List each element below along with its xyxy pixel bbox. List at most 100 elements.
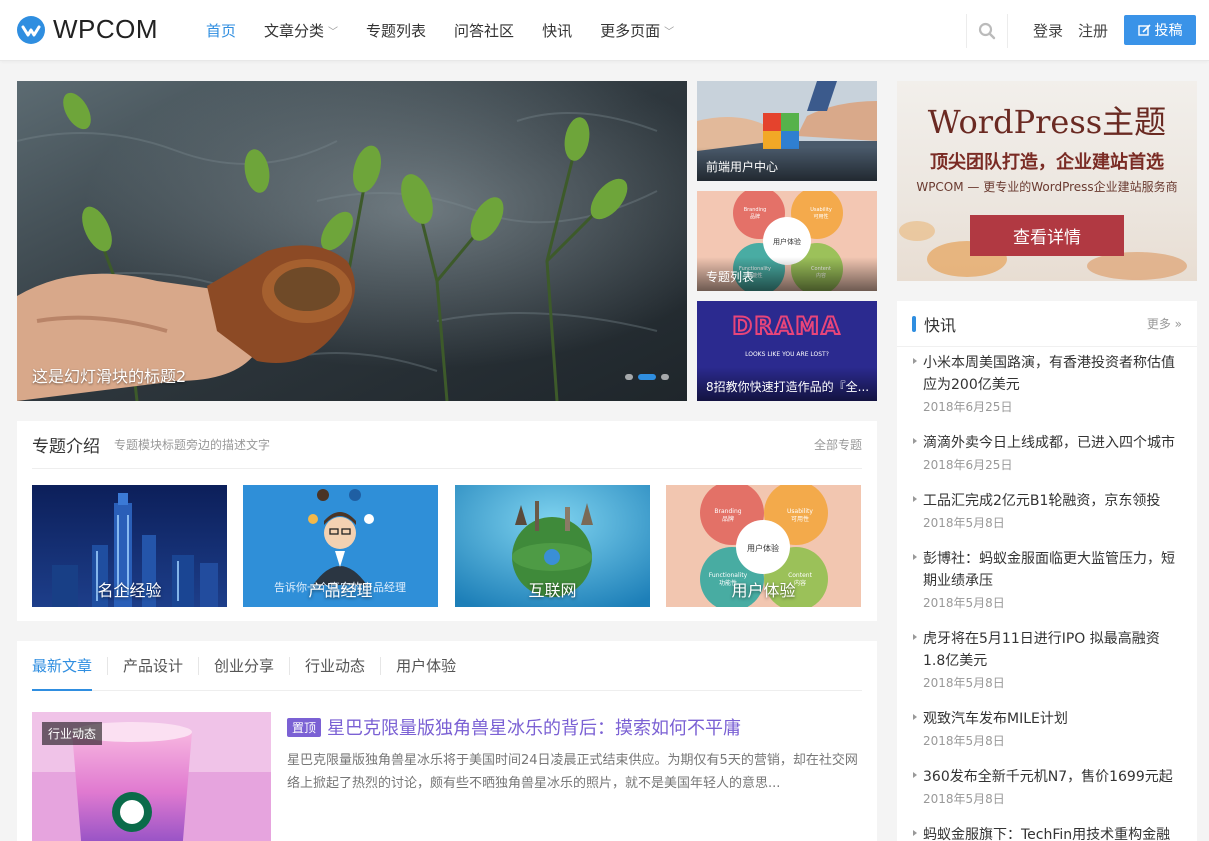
news-headline[interactable]: 观致汽车发布MILE计划 xyxy=(923,708,1182,730)
news-date: 2018年5月8日 xyxy=(923,734,1005,748)
ux-usability-label: Usability xyxy=(787,508,813,515)
ad-description: WPCOM — 更专业的WordPress企业建站服务商 xyxy=(916,180,1178,194)
news-item[interactable]: 彭博社：蚂蚁金服面临更大监管压力，短期业绩承压 2018年5月8日 xyxy=(912,546,1182,613)
nav-label: 文章分类 xyxy=(264,22,325,40)
ux-branding-cn-label: 品牌 xyxy=(750,213,760,220)
topics-section: 专题介绍 专题模块标题旁边的描述文字 全部专题 名企经验 告诉你一个真实的产品经… xyxy=(17,421,877,621)
ux-branding-cn-label: 品牌 xyxy=(722,515,734,523)
post-button-label: 投稿 xyxy=(1154,23,1183,39)
articles-section: 最新文章 产品设计 创业分享 行业动态 用户体验 行业动态 置顶 星巴克限量版独… xyxy=(17,641,877,841)
news-headline[interactable]: 彭博社：蚂蚁金服面临更大监管压力，短期业绩承压 xyxy=(923,548,1182,592)
topics-description: 专题模块标题旁边的描述文字 xyxy=(114,438,271,452)
news-headline[interactable]: 滴滴外卖今日上线成都，已进入四个城市 xyxy=(923,432,1182,454)
topic-label: 用户体验 xyxy=(731,581,796,600)
news-more-link[interactable]: 更多 » xyxy=(1147,315,1182,332)
chevron-down-icon: ﹀ xyxy=(328,27,339,38)
news-date: 2018年5月8日 xyxy=(923,676,1005,690)
nav-label: 问答社区 xyxy=(454,22,515,40)
flash-news-widget: 快讯 更多 » 小米本周美国路演，有香港投资者称估值应为200亿美元 2018年6… xyxy=(897,301,1197,841)
article-category-badge[interactable]: 行业动态 xyxy=(42,722,103,745)
tab-ux[interactable]: 用户体验 xyxy=(380,656,471,675)
topic-label: 产品经理 xyxy=(308,581,373,600)
tab-industry[interactable]: 行业动态 xyxy=(289,656,380,675)
nav-item-flash[interactable]: 快讯 xyxy=(528,0,586,61)
nav-item-home[interactable]: 首页 xyxy=(192,0,250,61)
article-title[interactable]: 星巴克限量版独角兽星冰乐的背后：摸索如何不平庸 xyxy=(327,714,741,740)
news-item[interactable]: 虎牙将在5月11日进行IPO 拟最高融资1.8亿美元 2018年5月8日 xyxy=(912,626,1182,693)
ux-branding-label: Branding xyxy=(744,207,767,213)
search-button[interactable] xyxy=(966,14,1008,48)
news-headline[interactable]: 小米本周美国路演，有香港投资者称估值应为200亿美元 xyxy=(923,352,1182,396)
news-headline[interactable]: 虎牙将在5月11日进行IPO 拟最高融资1.8亿美元 xyxy=(923,628,1182,672)
topic-card-ux[interactable]: 用户体验 Branding 品牌 Usability 可用性 Functiona… xyxy=(666,485,861,607)
chevron-down-icon: ﹀ xyxy=(664,27,675,38)
ux-branding-label: Branding xyxy=(714,508,741,515)
slider-dot[interactable] xyxy=(625,374,633,380)
nav-item-categories[interactable]: 文章分类 ﹀ xyxy=(250,0,352,61)
topic-label: 名企经验 xyxy=(97,581,162,600)
thumb-caption: 前端用户中心 xyxy=(697,147,877,181)
news-item[interactable]: 工品汇完成2亿元B1轮融资，京东领投 2018年5月8日 xyxy=(912,488,1182,533)
side-thumb-article[interactable]: DRAMA LOOKS LIKE YOU ARE LOST? 8招教你快速打造作… xyxy=(697,301,877,401)
nav-label: 专题列表 xyxy=(366,22,427,40)
news-headline[interactable]: 蚂蚁金服旗下：TechFin用技术重构金融服务 xyxy=(923,824,1182,841)
nav-item-topics[interactable]: 专题列表 xyxy=(352,0,440,61)
ux-center-label: 用户体验 xyxy=(747,543,779,553)
topic-label: 互联网 xyxy=(528,581,577,600)
news-item[interactable]: 小米本周美国路演，有香港投资者称估值应为200亿美元 2018年6月25日 xyxy=(912,350,1182,417)
hero-slider[interactable]: 这是幻灯滑块的标题2 xyxy=(17,81,687,401)
login-link[interactable]: 登录 xyxy=(1033,20,1063,41)
news-date: 2018年5月8日 xyxy=(923,596,1005,610)
article-thumbnail[interactable]: 行业动态 xyxy=(32,712,271,841)
thumb-caption: 专题列表 xyxy=(697,257,877,291)
topic-card-pm[interactable]: 告诉你一个真实的产品经理 产品经理 xyxy=(243,485,438,607)
news-date: 2018年6月25日 xyxy=(923,458,1013,472)
news-headline[interactable]: 360发布全新千元机N7，售价1699元起 xyxy=(923,766,1182,788)
nav-label: 更多页面 xyxy=(600,22,661,40)
news-header: 快讯 更多 » xyxy=(897,301,1197,347)
slide-title[interactable]: 这是幻灯滑块的标题2 xyxy=(32,363,186,387)
slider-dot[interactable] xyxy=(661,374,669,380)
nav-item-more[interactable]: 更多页面 ﹀ xyxy=(586,0,688,61)
news-item[interactable]: 观致汽车发布MILE计划 2018年5月8日 xyxy=(912,706,1182,751)
topic-card-enterprise[interactable]: 名企经验 xyxy=(32,485,227,607)
logo-text: WPCOM xyxy=(53,14,159,44)
ad-title: WordPress主题 xyxy=(927,103,1167,141)
slider-pagination xyxy=(625,374,669,380)
tab-product-design[interactable]: 产品设计 xyxy=(107,656,198,675)
news-date: 2018年5月8日 xyxy=(923,516,1005,530)
post-button[interactable]: 投稿 xyxy=(1124,15,1196,45)
site-header: WPCOM 首页 文章分类 ﹀ 专题列表 问答社区 快讯 更多页面 ﹀ 登录 注册 … xyxy=(0,0,1209,61)
wordpress-ad-banner[interactable]: WordPress主题 顶尖团队打造，企业建站首选 WPCOM — 更专业的Wo… xyxy=(897,81,1197,281)
topic-card-internet[interactable]: 互联网 xyxy=(455,485,650,607)
news-item[interactable]: 蚂蚁金服旗下：TechFin用技术重构金融服务 xyxy=(912,822,1182,841)
logo-icon xyxy=(17,15,45,44)
topics-title: 专题介绍 xyxy=(32,437,100,457)
thumb-caption: 8招教你快速打造作品的『全... xyxy=(697,367,877,401)
register-link[interactable]: 注册 xyxy=(1078,20,1108,41)
search-icon xyxy=(978,22,996,40)
drama-title: DRAMA xyxy=(732,312,841,340)
news-item[interactable]: 360发布全新千元机N7，售价1699元起 2018年5月8日 xyxy=(912,764,1182,809)
article-tabs: 最新文章 产品设计 创业分享 行业动态 用户体验 xyxy=(32,641,862,691)
news-title: 快讯 xyxy=(924,315,957,335)
site-logo[interactable]: WPCOM xyxy=(17,14,158,45)
tab-latest[interactable]: 最新文章 xyxy=(32,657,107,691)
nav-item-qa[interactable]: 问答社区 xyxy=(440,0,528,61)
ad-details-button[interactable]: 查看详情 xyxy=(970,215,1124,256)
news-headline[interactable]: 工品汇完成2亿元B1轮融资，京东领投 xyxy=(923,490,1182,512)
side-thumb-topics[interactable]: 用户体验 Branding 品牌 Usability 可用性 Functiona… xyxy=(697,191,877,291)
all-topics-link[interactable]: 全部专题 xyxy=(814,436,862,453)
tab-startup[interactable]: 创业分享 xyxy=(198,656,289,675)
nav-label: 首页 xyxy=(206,22,237,40)
article-title-row: 置顶 星巴克限量版独角兽星冰乐的背后：摸索如何不平庸 xyxy=(287,714,862,740)
ux-usability-label: Usability xyxy=(810,207,832,213)
side-thumb-user-center[interactable]: 前端用户中心 xyxy=(697,81,877,181)
slide-image xyxy=(17,81,687,401)
news-list: 小米本周美国路演，有香港投资者称估值应为200亿美元 2018年6月25日 滴滴外… xyxy=(897,347,1197,841)
slider-dot-active[interactable] xyxy=(638,374,656,380)
news-date: 2018年5月8日 xyxy=(923,792,1005,806)
news-item[interactable]: 滴滴外卖今日上线成都，已进入四个城市 2018年6月25日 xyxy=(912,430,1182,475)
article-excerpt: 星巴克限量版独角兽星冰乐将于美国时间24日凌晨正式结束供应。为期仅有5天的营销，… xyxy=(287,753,858,791)
ux-usability-cn-label: 可用性 xyxy=(791,515,809,523)
